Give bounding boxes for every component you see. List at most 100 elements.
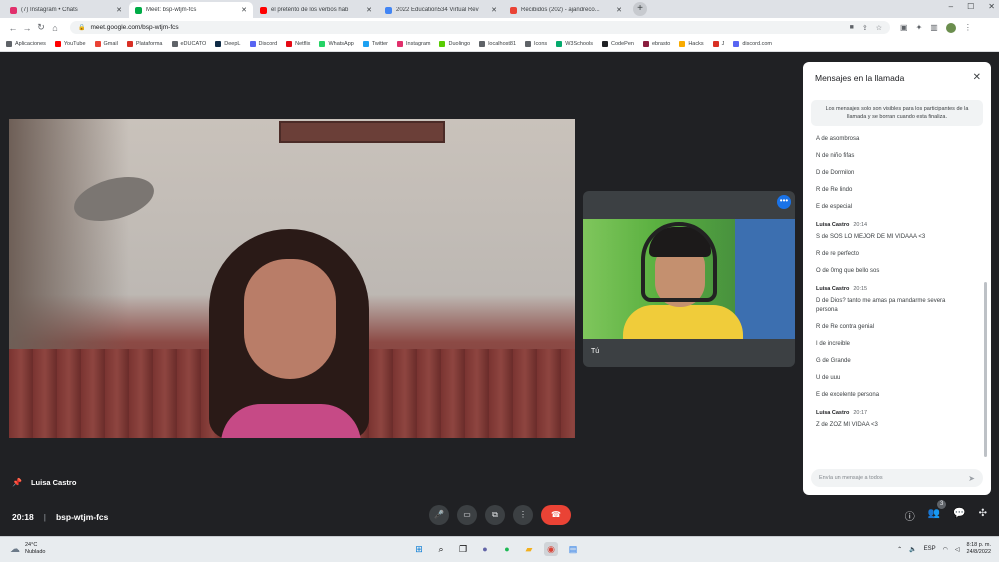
tab-title: 2022 Education534 Virtual Rev — [396, 7, 479, 13]
bookmark-icon — [249, 41, 256, 47]
camera-icon[interactable]: ▭ — [457, 505, 477, 525]
activities-icon[interactable]: ✣ — [979, 508, 987, 523]
microphone-icon[interactable]: 🎤 — [429, 505, 449, 525]
new-tab-button[interactable]: + — [633, 2, 647, 16]
home-icon[interactable]: ⌂ — [48, 23, 62, 33]
send-icon[interactable]: ➤ — [968, 474, 975, 483]
share-icon[interactable]: ⇪ — [862, 24, 868, 32]
meet-stage: ••• Tú 📌 Luisa Castro 20:18 | bsp-wtjm-f… — [0, 53, 999, 536]
bookmark-item[interactable]: ebrasto — [642, 41, 670, 47]
bookmark-label: Instagram — [406, 41, 431, 47]
clock[interactable]: 8:18 p. m. 24/8/2022 — [967, 542, 991, 556]
reload-icon[interactable]: ↻ — [34, 22, 48, 33]
maximize-button[interactable]: ☐ — [967, 2, 974, 11]
chrome-icon[interactable]: ◉ — [544, 542, 558, 556]
close-tab-icon[interactable]: ✕ — [241, 6, 247, 14]
bookmark-item[interactable]: Hacks — [679, 41, 704, 47]
bookmark-icon — [6, 41, 12, 47]
browser-tab[interactable]: 2022 Education534 Virtual Rev ✕ — [379, 2, 503, 18]
bookmark-item[interactable]: J — [712, 41, 724, 47]
menu-kebab-icon[interactable]: ⋮ — [964, 23, 972, 32]
close-tab-icon[interactable]: ✕ — [491, 6, 497, 14]
bookmark-label: DeepL — [224, 41, 241, 47]
bookmark-item[interactable]: WhatsApp — [319, 41, 354, 47]
more-options-icon[interactable]: ⋮ — [513, 505, 533, 525]
bookmark-item[interactable]: eDUCATO — [171, 41, 206, 47]
scrollbar[interactable] — [984, 282, 987, 457]
browser-tab[interactable]: Meet: bsp-wtjm-fcs ✕ — [129, 2, 253, 18]
teams-chat-icon[interactable]: ● — [478, 542, 492, 556]
bookmark-icon — [439, 41, 446, 47]
meeting-code[interactable]: bsp-wtjm-fcs — [56, 512, 108, 522]
close-tab-icon[interactable]: ✕ — [366, 6, 372, 14]
more-options-icon[interactable]: ••• — [777, 195, 791, 209]
bookmark-item[interactable]: CodePen — [602, 41, 634, 47]
tab-title: (7) Instagram • Chats — [21, 7, 78, 13]
pin-icon[interactable]: 📌 — [12, 478, 22, 487]
volume-icon[interactable]: 🔈 — [909, 546, 916, 553]
language-indicator[interactable]: ESP — [924, 546, 936, 552]
tab-favicon — [135, 6, 142, 14]
bookmark-item[interactable]: Twitter — [362, 41, 388, 47]
bookmark-item[interactable]: Instagram — [397, 41, 430, 47]
message-placeholder[interactable]: Envía un mensaje a todos — [819, 475, 883, 481]
self-video-tile[interactable]: ••• Tú — [583, 191, 795, 367]
bookmark-star-icon[interactable]: ☆ — [876, 24, 882, 32]
lock-icon[interactable]: 🔒 — [78, 24, 85, 31]
bookmark-item[interactable]: YouTube — [54, 41, 86, 47]
main-video-tile[interactable] — [9, 119, 575, 438]
task-view-icon[interactable]: ❐ — [456, 542, 470, 556]
present-screen-icon[interactable]: ⧉ — [485, 505, 505, 525]
bookmark-icon — [679, 41, 686, 47]
bookmark-icon — [362, 41, 369, 47]
chat-messages[interactable]: Luisa Castro20:13A de asombrosaN de niño… — [803, 130, 983, 460]
bookmark-item[interactable]: localhost81 — [479, 41, 516, 47]
close-tab-icon[interactable]: ✕ — [116, 6, 122, 14]
spotify-icon[interactable]: ● — [500, 542, 514, 556]
windows-start-icon[interactable]: ⊞ — [412, 542, 426, 556]
meeting-details-icon[interactable]: ⓘ — [905, 508, 915, 523]
weather-widget[interactable]: ☁ 24°C Nublado — [10, 542, 46, 556]
minimize-button[interactable]: – — [949, 2, 953, 11]
address-field[interactable]: 🔒 meet.google.com/bsp-wtjm-fcs ■ ⇪ ☆ — [70, 21, 890, 34]
bookmark-item[interactable]: Icons — [525, 41, 547, 47]
message-input[interactable]: Envía un mensaje a todos ➤ — [811, 469, 983, 487]
close-icon[interactable]: ✕ — [973, 72, 981, 83]
chat-message: Z de ZOZ MI VIDAA <3 — [816, 422, 878, 428]
url-text[interactable]: meet.google.com/bsp-wtjm-fcs — [90, 24, 178, 31]
back-icon[interactable]: ← — [6, 23, 20, 33]
tray-chevron-icon[interactable]: ⌃ — [897, 546, 902, 553]
profile-avatar[interactable] — [945, 22, 956, 33]
wall-frame — [279, 121, 445, 143]
bookmark-item[interactable]: DeepL — [215, 41, 241, 47]
bookmark-item[interactable]: Gmail — [94, 41, 118, 47]
browser-tab[interactable]: (7) Instagram • Chats ✕ — [4, 2, 128, 18]
wifi-icon[interactable]: ◠ — [943, 546, 948, 553]
file-explorer-icon[interactable]: ▰ — [522, 542, 536, 556]
bookmark-item[interactable]: Plataforma — [126, 41, 163, 47]
camera-in-use-icon[interactable]: ■ — [850, 24, 854, 32]
bookmark-item[interactable]: Discord — [249, 41, 277, 47]
extension-icon[interactable]: ▣ — [900, 23, 908, 32]
search-icon[interactable]: ⌕ — [434, 542, 448, 556]
speaker-icon[interactable]: ◁ — [955, 546, 960, 553]
meeting-info: 20:18 | bsp-wtjm-fcs — [12, 512, 108, 522]
bookmark-item[interactable]: discord.com — [733, 41, 772, 47]
close-tab-icon[interactable]: ✕ — [616, 6, 622, 14]
people-icon[interactable]: 👥 3 — [928, 500, 947, 523]
notepad-icon[interactable]: ▤ — [566, 542, 580, 556]
bookmark-item[interactable]: Aplicaciones — [6, 41, 46, 47]
puzzle-icon[interactable]: ✦ — [916, 23, 923, 32]
chat-message: D de Dormilon — [816, 170, 855, 176]
close-window-button[interactable]: ✕ — [988, 2, 995, 11]
end-call-button[interactable]: ☎ — [541, 505, 571, 525]
browser-tab[interactable]: el pretérito de los verbos hab ✕ — [254, 2, 378, 18]
sidebar-icon[interactable]: ▥ — [930, 23, 938, 32]
bookmark-item[interactable]: Netflix — [286, 41, 310, 47]
bookmark-label: Plataforma — [135, 41, 163, 47]
browser-tab[interactable]: Recibidos (202) - ajandreco... ✕ — [504, 2, 628, 18]
forward-icon[interactable]: → — [20, 23, 34, 33]
bookmark-item[interactable]: Duolingo — [439, 41, 470, 47]
bookmark-item[interactable]: W3Schools — [556, 41, 593, 47]
chat-icon[interactable]: 💬 — [953, 508, 965, 523]
